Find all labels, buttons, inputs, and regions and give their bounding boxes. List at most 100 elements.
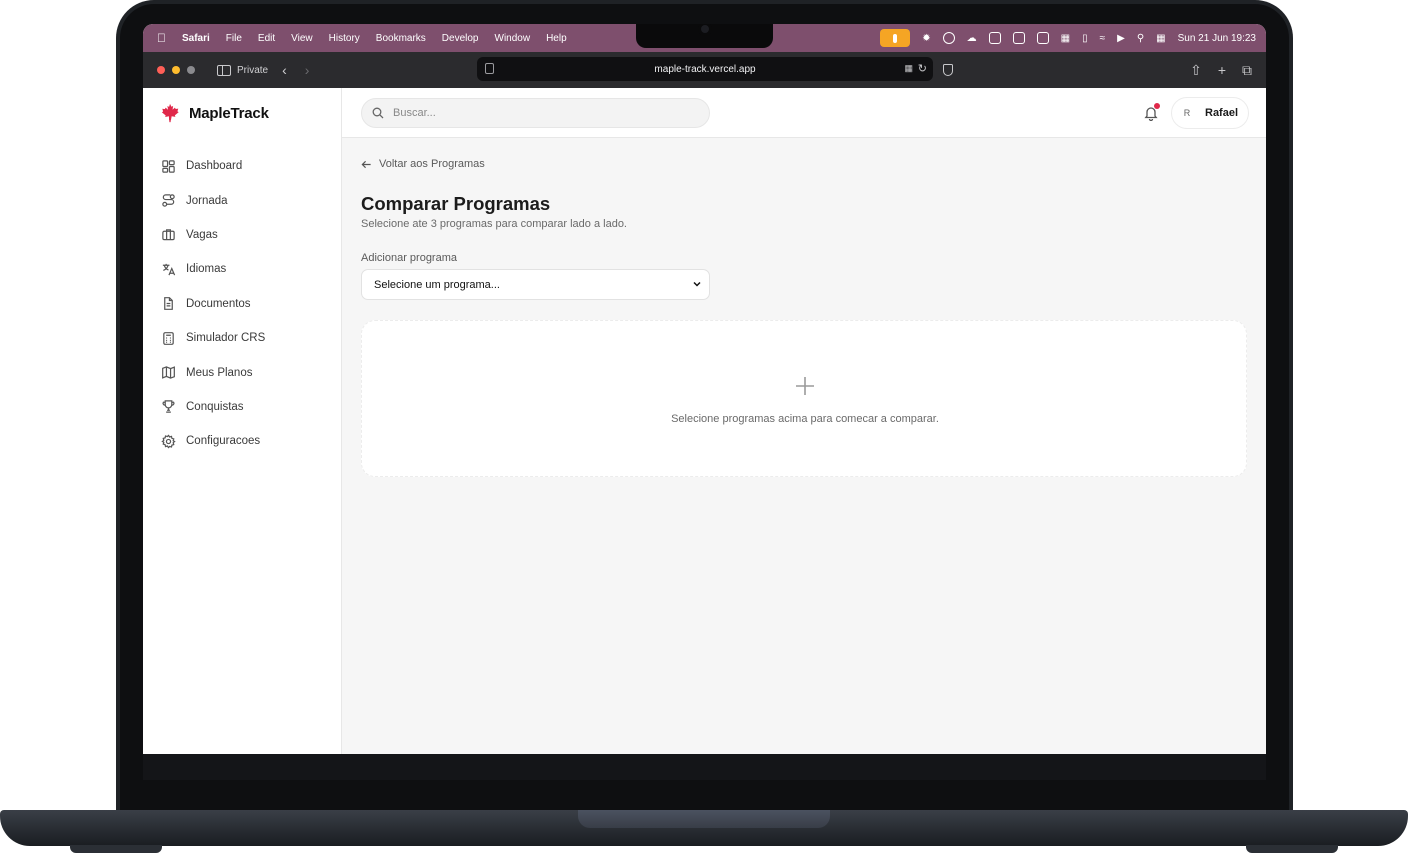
sidebar-toggle-icon[interactable] [217,64,231,76]
reload-icon[interactable]: ↻ [918,62,927,75]
search-input[interactable] [393,107,693,119]
sidebar-item-simulador-crs[interactable]: Simulador CRS [159,321,329,355]
menu-app-name[interactable]: Safari [182,33,210,44]
page-subtitle: Selecione ate 3 programas para comparar … [361,218,627,230]
arrow-left-icon [361,160,371,168]
address-bar[interactable]: maple-track.vercel.app ▦ ↻ [477,57,933,81]
plus-icon [796,377,814,395]
macos-menubar:  Safari File Edit View History Bookmark… [143,24,1266,52]
program-select-value: Selecione um programa... [374,278,500,291]
sidebar-item-idiomas[interactable]: Idiomas [159,252,329,286]
bezel-bottom [143,754,1266,780]
app: MapleTrack Dashboard Jornada Vagas Idiom… [143,88,1266,754]
window-controls [157,66,195,74]
map-icon [162,366,175,379]
user-menu[interactable]: R Rafael [1171,97,1249,129]
file-icon [164,297,173,311]
new-tab-icon[interactable]: + [1218,62,1226,78]
capture-icon[interactable] [1036,32,1049,44]
sidebar-item-vagas[interactable]: Vagas [159,218,329,252]
battery-icon[interactable]: ▯ [1082,33,1088,44]
app-status-icon[interactable] [988,32,1001,44]
translate-icon[interactable]: ▦ [904,63,913,74]
menubar-clock[interactable]: Sun 21 Jun 19:23 [1178,33,1256,44]
sidebar-nav: Dashboard Jornada Vagas Idiomas Document… [159,149,329,459]
menu-view[interactable]: View [291,33,313,44]
laptop-base-notch [578,810,830,828]
notification-badge [1154,103,1160,109]
menu-bookmarks[interactable]: Bookmarks [376,33,426,44]
search-icon[interactable]: ⚲ [1137,33,1144,44]
sidebar-item-label: Idiomas [186,263,227,276]
menu-edit[interactable]: Edit [258,33,275,44]
laptop-foot-left [70,845,162,853]
layout-icon[interactable] [1012,32,1025,44]
apple-icon[interactable]:  [157,31,166,45]
url-text[interactable]: maple-track.vercel.app [654,64,755,75]
sidebar-item-label: Configuracoes [186,435,261,448]
sidebar-item-label: Jornada [186,194,228,207]
figma-icon[interactable]: ▦ [1061,33,1070,44]
trophy-icon [162,400,175,414]
back-to-programs-link[interactable]: Voltar aos Programas [361,158,485,170]
grammarly-icon[interactable] [942,32,955,44]
main-content: Voltar aos Programas Comparar Programas … [342,138,1266,754]
control-center-icon[interactable]: ▦ [1156,33,1165,44]
sidebar-item-conquistas[interactable]: Conquistas [159,390,329,424]
zoom-window-button[interactable] [187,66,195,74]
sidebar-item-label: Documentos [186,297,251,310]
play-icon[interactable]: ▶ [1117,33,1125,44]
sparkle-icon[interactable]: ✹ [922,33,930,44]
sidebar-item-label: Conquistas [186,400,244,413]
close-window-button[interactable] [157,66,165,74]
laptop-foot-right [1246,845,1338,853]
translate-icon [162,263,176,276]
tab-overview-icon[interactable]: ⧉ [1242,62,1252,79]
menu-window[interactable]: Window [495,33,531,44]
microphone-icon[interactable] [880,29,911,47]
menu-file[interactable]: File [226,33,242,44]
add-program-label: Adicionar programa [361,252,457,264]
empty-state-card: Selecione programas acima para comecar a… [361,320,1247,477]
sidebar-item-documentos[interactable]: Documentos [159,287,329,321]
sidebar-item-dashboard[interactable]: Dashboard [159,149,329,183]
avatar: R [1183,108,1191,118]
maple-leaf-icon [161,103,179,123]
safari-toolbar: Private ‹ › maple-track.vercel.app ▦ ↻ ⇧… [143,52,1266,88]
brand[interactable]: MapleTrack [159,102,269,124]
program-select[interactable]: Selecione um programa... [361,269,710,300]
sidebar-item-meus-planos[interactable]: Meus Planos [159,355,329,389]
user-name: Rafael [1205,107,1239,119]
back-link-label: Voltar aos Programas [379,158,485,170]
chevron-down-icon [693,281,701,287]
sidebar-item-label: Vagas [186,228,218,241]
briefcase-icon [162,229,175,241]
private-label: Private [237,64,269,76]
wifi-icon[interactable]: ≈ [1100,33,1106,44]
menu-history[interactable]: History [329,33,360,44]
sidebar-item-label: Dashboard [186,160,243,173]
page-title: Comparar Programas [361,193,551,214]
sidebar-item-configuracoes[interactable]: Configuracoes [159,424,329,458]
calculator-icon [163,331,174,345]
sidebar: MapleTrack Dashboard Jornada Vagas Idiom… [143,88,342,754]
empty-state-text: Selecione programas acima para comecar a… [671,413,939,425]
search-box[interactable] [361,98,710,128]
back-icon[interactable]: ‹ [282,62,287,78]
page-menu-icon[interactable] [485,63,494,74]
gear-icon [161,434,176,449]
screen:  Safari File Edit View History Bookmark… [143,24,1266,754]
sidebar-item-jornada[interactable]: Jornada [159,183,329,217]
share-icon[interactable]: ⇧ [1190,62,1202,79]
menu-help[interactable]: Help [546,33,567,44]
minimize-window-button[interactable] [172,66,180,74]
sidebar-item-label: Simulador CRS [186,332,266,345]
menu-develop[interactable]: Develop [442,33,479,44]
search-icon [372,107,384,119]
brand-name: MapleTrack [189,104,269,122]
forward-icon[interactable]: › [305,62,310,78]
privacy-shield-icon[interactable] [943,64,953,76]
sidebar-item-label: Meus Planos [186,366,253,379]
topbar: R Rafael [342,88,1266,138]
cloud-icon[interactable]: ☁ [967,33,977,44]
